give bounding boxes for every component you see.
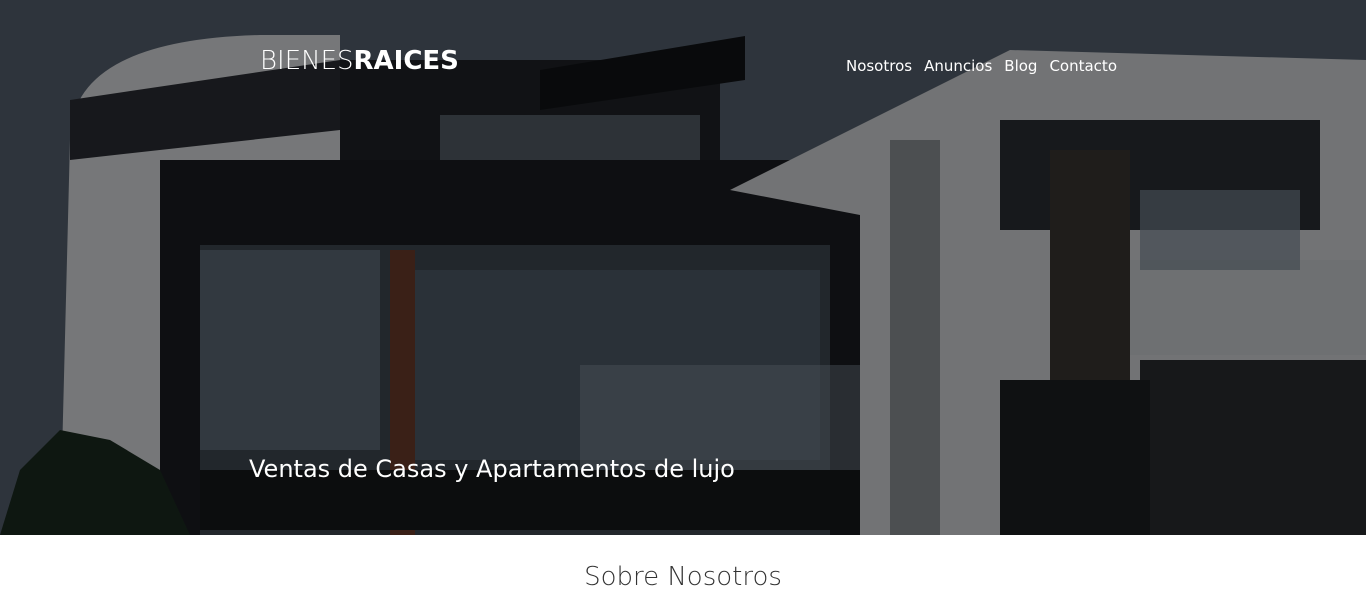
hero-banner: BIENESRAICES Nosotros Anuncios Blog Cont… [0,0,1366,535]
nav-link-blog[interactable]: Blog [1004,57,1037,75]
nav-link-anuncios[interactable]: Anuncios [924,57,992,75]
logo-text-bold: RAICES [353,46,459,76]
site-logo[interactable]: BIENESRAICES [260,44,459,77]
nav-link-nosotros[interactable]: Nosotros [846,57,912,75]
section-title-about: Sobre Nosotros [584,562,782,592]
main-navigation: Nosotros Anuncios Blog Contacto [846,57,1117,75]
hero-tagline: Ventas de Casas y Apartamentos de lujo [249,455,735,483]
logo-text-light: BIENES [260,46,354,76]
nav-link-contacto[interactable]: Contacto [1049,57,1117,75]
site-header: BIENESRAICES Nosotros Anuncios Blog Cont… [260,44,1120,84]
